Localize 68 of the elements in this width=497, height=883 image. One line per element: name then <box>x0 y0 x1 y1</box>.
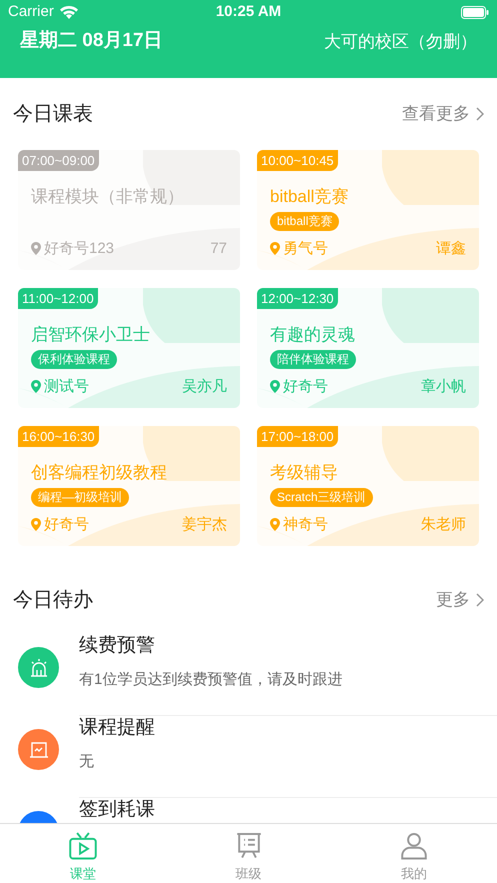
teacher-name: 77 <box>210 238 227 258</box>
more-link[interactable]: 更多 <box>436 587 484 613</box>
teacher-name: 章小帆 <box>421 376 466 396</box>
course-tag: 陪伴体验课程 <box>270 350 356 369</box>
teacher-name: 朱老师 <box>421 514 466 534</box>
classroom-label: 好奇号 <box>283 376 328 396</box>
date-label: 星期二 08月17日 <box>20 29 163 53</box>
todo-title: 课程提醒 <box>79 716 156 740</box>
classroom-label: 勇气号 <box>283 238 328 258</box>
course-card[interactable]: 07:00~09:00 课程模块（非常规） 好奇号123 77 <box>18 150 240 270</box>
course-card[interactable]: 11:00~12:00 启智环保小卫士 保利体验课程 测试号 吴亦凡 <box>18 288 240 408</box>
course-card[interactable]: 10:00~10:45 bitball竞赛 bitball竞赛 勇气号 谭鑫 <box>257 150 479 270</box>
todo-detail: 有1位学员达到续费预警值，请及时跟进 <box>79 670 344 690</box>
teacher-name: 姜宇杰 <box>182 514 227 534</box>
view-more-link[interactable]: 查看更多 <box>402 101 484 127</box>
classroom-label: 好奇号123 <box>44 238 114 258</box>
presentation-board-icon <box>234 832 262 860</box>
todo-title: 签到耗课 <box>79 798 156 822</box>
classroom-label: 测试号 <box>44 376 89 396</box>
siren-icon <box>28 658 48 678</box>
classroom-label: 好奇号 <box>44 514 89 534</box>
location-pin-icon <box>270 242 280 256</box>
course-tag: 编程—初级培训 <box>31 488 129 507</box>
time-badge: 10:00~10:45 <box>257 150 338 171</box>
course-name: 启智环保小卫士 <box>31 324 151 346</box>
course-tag: Scratch三级培训 <box>270 488 373 507</box>
campus-selector[interactable]: 大可的校区（勿删） <box>324 28 477 54</box>
tab-item[interactable]: 班级 <box>166 824 332 883</box>
location-pin-icon <box>270 518 280 532</box>
wifi-icon <box>60 6 78 18</box>
time-badge: 16:00~16:30 <box>18 426 99 447</box>
course-name: 课程模块（非常规） <box>31 186 185 208</box>
location-pin-icon <box>31 380 41 394</box>
course-name: bitball竞赛 <box>270 186 350 208</box>
todo-detail: 无 <box>79 752 95 772</box>
clock-label: 10:25 AM <box>216 2 282 22</box>
time-badge: 17:00~18:00 <box>257 426 338 447</box>
todo-item[interactable]: 课程提醒 无 <box>0 716 497 798</box>
course-card[interactable]: 17:00~18:00 考级辅导 Scratch三级培训 神奇号 朱老师 <box>257 426 479 546</box>
course-name: 考级辅导 <box>270 462 339 484</box>
section-title: 今日待办 <box>13 588 93 613</box>
location-pin-icon <box>31 518 41 532</box>
course-name: 有趣的灵魂 <box>270 324 356 346</box>
carrier-label: Carrier <box>8 2 54 22</box>
section-title: 今日课表 <box>13 102 93 127</box>
teacher-name: 谭鑫 <box>436 238 466 258</box>
classroom-label: 神奇号 <box>283 514 328 534</box>
battery-icon <box>461 6 489 18</box>
location-pin-icon <box>270 380 280 394</box>
course-tag: bitball竞赛 <box>270 212 340 231</box>
course-name: 创客编程初级教程 <box>31 462 168 484</box>
time-badge: 12:00~12:30 <box>257 288 338 309</box>
course-card[interactable]: 16:00~16:30 创客编程初级教程 编程—初级培训 好奇号 姜宇杰 <box>18 426 240 546</box>
tab-item[interactable]: 课堂 <box>0 824 166 883</box>
todo-title: 续费预警 <box>79 634 156 658</box>
time-badge: 07:00~09:00 <box>18 150 99 171</box>
location-pin-icon <box>31 242 41 256</box>
teacher-name: 吴亦凡 <box>182 376 227 396</box>
time-badge: 11:00~12:00 <box>18 288 98 309</box>
person-icon <box>400 832 428 860</box>
chevron-right-icon <box>476 593 484 607</box>
chart-board-icon <box>28 740 48 760</box>
course-card[interactable]: 12:00~12:30 有趣的灵魂 陪伴体验课程 好奇号 章小帆 <box>257 288 479 408</box>
tab-item[interactable]: 我的 <box>331 824 497 883</box>
todo-item[interactable]: 续费预警 有1位学员达到续费预警值，请及时跟进 <box>0 634 497 716</box>
chevron-right-icon <box>476 107 484 121</box>
tv-play-icon <box>68 832 98 860</box>
course-tag: 保利体验课程 <box>31 350 117 369</box>
